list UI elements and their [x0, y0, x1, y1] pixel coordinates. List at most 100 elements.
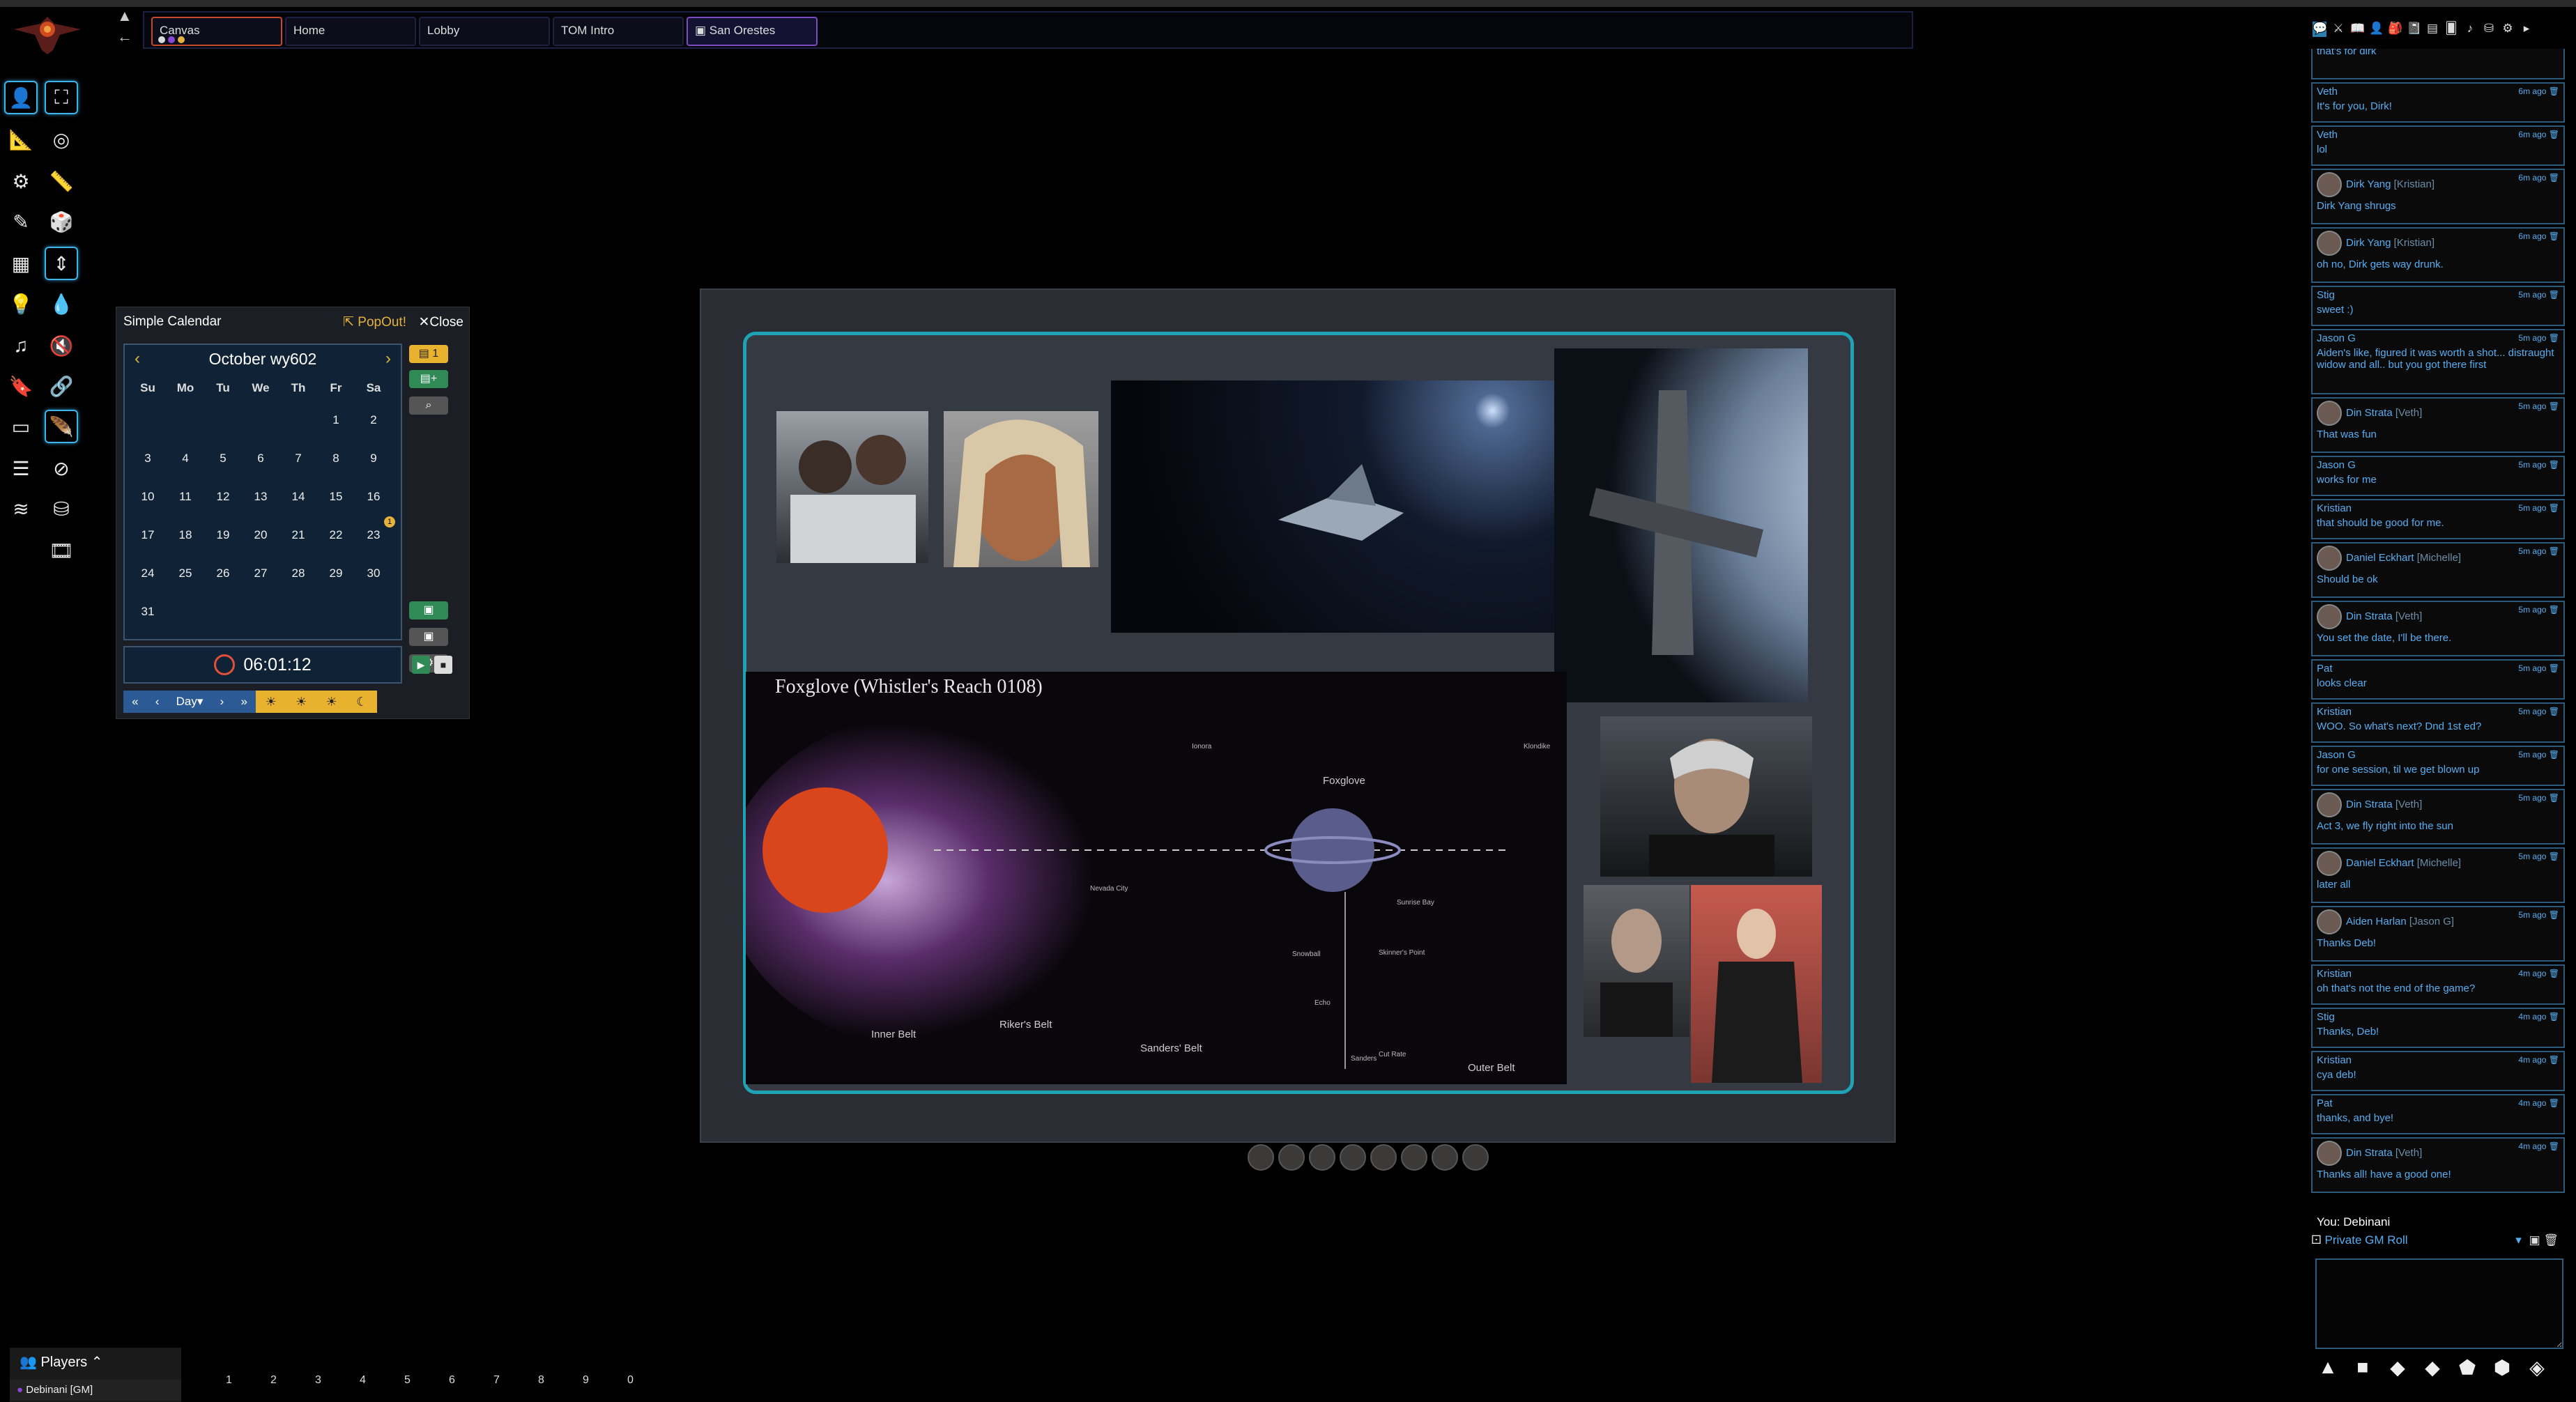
bookmark-icon[interactable]: 🔖: [4, 369, 38, 403]
calendar-day[interactable]: 28: [279, 567, 317, 580]
d4-icon[interactable]: ▲: [2315, 1356, 2340, 1381]
macro-slot[interactable]: 8: [538, 1374, 544, 1387]
foundry-logo[interactable]: [13, 14, 82, 56]
scene-tab-tom-intro[interactable]: TOM Intro: [553, 17, 684, 46]
trash-icon[interactable]: 🗑: [2549, 401, 2559, 411]
shapes-icon[interactable]: ⚙: [4, 164, 38, 198]
add-note-button[interactable]: ▤+: [409, 370, 448, 388]
mute-icon[interactable]: 🔇: [45, 329, 78, 362]
person-icon[interactable]: 👤: [4, 81, 38, 114]
trash-icon[interactable]: 🗑: [2549, 503, 2559, 513]
calendar-day[interactable]: 20: [242, 528, 279, 542]
trash-icon[interactable]: 🗑: [2549, 231, 2559, 241]
macro-slot[interactable]: 6: [449, 1374, 455, 1387]
macro-slot[interactable]: 5: [404, 1374, 411, 1387]
play-icon[interactable]: ▶: [412, 656, 430, 674]
trash-icon[interactable]: 🗑: [2549, 1098, 2559, 1108]
table-icon[interactable]: ▤: [2425, 22, 2439, 37]
trash-icon[interactable]: 🗑: [2549, 130, 2559, 139]
today-button[interactable]: ▣: [409, 601, 448, 619]
trash-icon[interactable]: 🗑: [2549, 86, 2559, 96]
calendar-day[interactable]: 16: [355, 490, 392, 504]
compendium-icon[interactable]: ⛁: [2482, 22, 2496, 37]
macro-slot[interactable]: 2: [270, 1374, 277, 1387]
chat-input[interactable]: [2315, 1258, 2563, 1349]
trash-icon[interactable]: 🗑: [2543, 1233, 2559, 1247]
prev-month-icon[interactable]: ‹: [135, 349, 140, 369]
calendar-day[interactable]: 5: [204, 452, 242, 465]
calendar-day[interactable]: 11: [167, 490, 204, 504]
film-icon[interactable]: 🎞: [45, 534, 78, 567]
roll-mode-select[interactable]: ⚀ Private GM Roll ▾ ▣ 🗑: [2311, 1233, 2565, 1256]
calendar-day[interactable]: 1: [317, 413, 355, 427]
avatar[interactable]: [1370, 1144, 1397, 1171]
scene-tab-lobby[interactable]: Lobby: [419, 17, 550, 46]
calendar-day[interactable]: 4: [167, 452, 204, 465]
d10-icon[interactable]: ◆: [2420, 1356, 2445, 1381]
cards-icon[interactable]: 🂠: [2444, 22, 2458, 37]
scene-tab-home[interactable]: Home: [285, 17, 416, 46]
macro-slot[interactable]: 0: [627, 1374, 634, 1387]
d6-icon[interactable]: ■: [2350, 1356, 2375, 1381]
set-date-button[interactable]: ▣: [409, 628, 448, 646]
calendar-day[interactable]: 23: [355, 528, 392, 542]
calendar-day[interactable]: 8: [317, 452, 355, 465]
forward-icon[interactable]: ›: [220, 695, 224, 709]
trash-icon[interactable]: 🗑: [2549, 546, 2559, 556]
avatar[interactable]: [1340, 1144, 1366, 1171]
scene-tab-canvas[interactable]: Canvas: [151, 17, 282, 46]
calendar-day[interactable]: 9: [355, 452, 392, 465]
stop-icon[interactable]: ■: [434, 656, 452, 674]
journal-icon[interactable]: 📓: [2407, 22, 2421, 37]
dice-icon[interactable]: 🎲: [45, 205, 78, 238]
combat-icon[interactable]: ⚔: [2331, 22, 2345, 37]
items-icon[interactable]: 🎒: [2388, 22, 2402, 37]
fullscreen-icon[interactable]: ⛶: [45, 81, 78, 114]
back-arrow-icon[interactable]: ←: [117, 28, 132, 46]
macro-slot[interactable]: 7: [493, 1374, 500, 1387]
scene-tab-san-orestes[interactable]: ▣ San Orestes: [687, 17, 818, 46]
trash-icon[interactable]: 🗑: [2549, 605, 2559, 615]
macro-slot[interactable]: 4: [360, 1374, 366, 1387]
measure-icon[interactable]: 📏: [45, 164, 78, 198]
layers-icon[interactable]: ≋: [4, 492, 38, 525]
collapse-sidebar-icon[interactable]: ▸: [2520, 22, 2533, 37]
lightbulb-icon[interactable]: 💡: [4, 287, 38, 321]
calendar-day[interactable]: 29: [317, 567, 355, 580]
chevron-updown-icon[interactable]: ⇕: [45, 247, 78, 280]
calendar-day[interactable]: 22: [317, 528, 355, 542]
calendar-day[interactable]: 18: [167, 528, 204, 542]
moon-icon[interactable]: ☾: [356, 695, 367, 709]
next-month-icon[interactable]: ›: [385, 349, 391, 369]
calendar-day[interactable]: 21: [279, 528, 317, 542]
calendar-day[interactable]: 10: [129, 490, 167, 504]
feather-icon[interactable]: 🪶: [45, 410, 78, 443]
time-unit-select[interactable]: Day▾: [176, 695, 204, 709]
calendar-day[interactable]: 7: [279, 452, 317, 465]
eye-slash-icon[interactable]: ⊘: [45, 452, 78, 485]
trash-icon[interactable]: 🗑: [2549, 750, 2559, 760]
calendar-day[interactable]: 24: [129, 567, 167, 580]
user-icon[interactable]: 👤: [2369, 22, 2384, 37]
rewind-icon[interactable]: ‹: [155, 695, 160, 709]
d12-icon[interactable]: ⬟: [2455, 1356, 2480, 1381]
avatar[interactable]: [1401, 1144, 1427, 1171]
calendar-day[interactable]: 31: [129, 605, 167, 619]
chat-icon[interactable]: 💬: [2313, 22, 2327, 37]
midday-icon[interactable]: ☀: [296, 695, 307, 709]
trash-icon[interactable]: 🗑: [2549, 1141, 2559, 1151]
database-icon[interactable]: ⛁: [45, 492, 78, 525]
pencil-icon[interactable]: ✎: [4, 205, 38, 238]
trash-icon[interactable]: 🗑: [2549, 793, 2559, 803]
calendar-day[interactable]: 25: [167, 567, 204, 580]
dusk-icon[interactable]: ☀: [326, 695, 337, 709]
calendar-day[interactable]: 3: [129, 452, 167, 465]
calendar-day[interactable]: 17: [129, 528, 167, 542]
trash-icon[interactable]: 🗑: [2549, 1012, 2559, 1022]
popout-button[interactable]: ⇱ PopOut!: [343, 314, 406, 330]
calendar-day[interactable]: 2: [355, 413, 392, 427]
calendar-day[interactable]: 19: [204, 528, 242, 542]
calendar-day[interactable]: 13: [242, 490, 279, 504]
d20-icon[interactable]: ⬢: [2490, 1356, 2515, 1381]
drop-icon[interactable]: 💧: [45, 287, 78, 321]
